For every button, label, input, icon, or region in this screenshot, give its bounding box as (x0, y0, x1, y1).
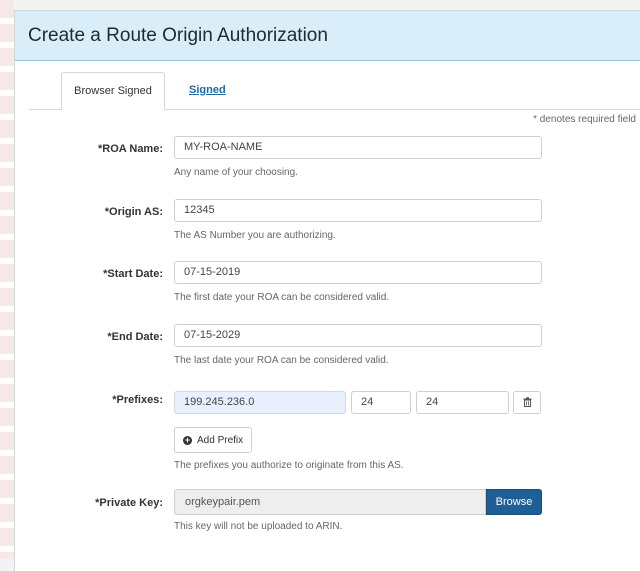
roa-name-label: *ROA Name: (98, 143, 163, 155)
prefixes-label: *Prefixes: (112, 394, 163, 406)
end-date-input[interactable]: 07-15-2029 (174, 324, 542, 347)
private-key-label: *Private Key: (95, 497, 163, 509)
prefixes-help: The prefixes you authorize to originate … (174, 460, 404, 471)
card-title: Create a Route Origin Authorization (28, 25, 328, 46)
delete-prefix-button[interactable] (513, 391, 541, 414)
origin-as-label: *Origin AS: (104, 206, 163, 218)
card-header: Create a Route Origin Authorization (15, 11, 640, 61)
trash-icon (523, 394, 532, 412)
add-prefix-button[interactable]: + Add Prefix (174, 427, 253, 453)
tab-bar: Browser Signed Signed (29, 61, 640, 110)
browse-button[interactable]: Browse (486, 489, 542, 515)
start-date-label: *Start Date: (103, 268, 163, 280)
private-key-help: This key will not be uploaded to ARIN. (174, 521, 343, 532)
prefix-ip-input[interactable]: 199.245.236.0 (174, 391, 346, 414)
origin-as-help: The AS Number you are authorizing. (174, 230, 336, 241)
tab-browser-signed[interactable]: Browser Signed (61, 72, 165, 110)
end-date-label: *End Date: (107, 331, 163, 343)
add-prefix-label: Add Prefix (197, 434, 244, 446)
page-edge-strip (0, 0, 14, 559)
required-field-note: * denotes required field (533, 114, 636, 125)
start-date-help: The first date your ROA can be considere… (174, 292, 390, 303)
private-key-file-field[interactable]: orgkeypair.pem (174, 489, 486, 515)
roa-name-input[interactable]: MY-ROA-NAME (174, 136, 542, 159)
roa-name-help: Any name of your choosing. (174, 167, 298, 178)
start-date-input[interactable]: 07-15-2019 (174, 261, 542, 284)
origin-as-input[interactable]: 12345 (174, 199, 542, 222)
tab-signed[interactable]: Signed (177, 72, 238, 108)
plus-circle-icon: + (183, 434, 192, 445)
prefix-max-length-input[interactable]: 24 (416, 391, 509, 414)
prefix-length-input[interactable]: 24 (351, 391, 411, 414)
roa-card: Create a Route Origin Authorization Brow… (14, 10, 640, 571)
end-date-help: The last date your ROA can be considered… (174, 355, 389, 366)
